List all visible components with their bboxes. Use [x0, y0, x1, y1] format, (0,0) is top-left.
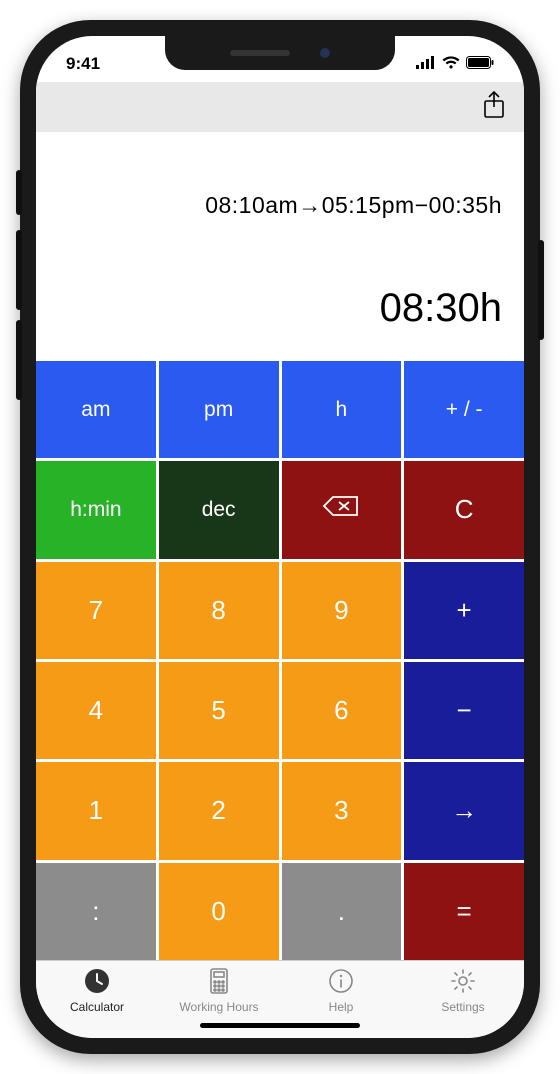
tab-help[interactable]: Help — [280, 967, 402, 1014]
tab-working-hours-label: Working Hours — [179, 1000, 258, 1014]
share-icon[interactable] — [482, 90, 506, 125]
clock-icon — [83, 967, 111, 998]
keypad: am pm h + / - h:min dec C 7 8 9 + 4 5 6 — [36, 361, 524, 960]
result-text: 08:30h — [58, 286, 502, 331]
equals-button[interactable]: = — [404, 863, 524, 960]
arrow-button[interactable]: → — [404, 762, 524, 859]
key-7[interactable]: 7 — [36, 562, 156, 659]
dec-button[interactable]: dec — [159, 461, 279, 558]
tab-help-label: Help — [329, 1000, 354, 1014]
status-time: 9:41 — [66, 54, 100, 74]
gear-icon — [449, 967, 477, 998]
key-0[interactable]: 0 — [159, 863, 279, 960]
signal-icon — [416, 54, 436, 74]
key-2[interactable]: 2 — [159, 762, 279, 859]
pm-button[interactable]: pm — [159, 361, 279, 458]
backspace-button[interactable] — [282, 461, 402, 558]
dot-button[interactable]: . — [282, 863, 402, 960]
hmin-button[interactable]: h:min — [36, 461, 156, 558]
battery-icon — [466, 54, 494, 74]
key-3[interactable]: 3 — [282, 762, 402, 859]
tab-settings[interactable]: Settings — [402, 967, 524, 1014]
key-1[interactable]: 1 — [36, 762, 156, 859]
clear-button[interactable]: C — [404, 461, 524, 558]
plus-button[interactable]: + — [404, 562, 524, 659]
minus-button[interactable]: − — [404, 662, 524, 759]
am-button[interactable]: am — [36, 361, 156, 458]
key-6[interactable]: 6 — [282, 662, 402, 759]
expression-text: 08:10am→05:15pm−00:35h — [58, 150, 502, 260]
h-button[interactable]: h — [282, 361, 402, 458]
tab-calculator-label: Calculator — [70, 1000, 124, 1014]
key-9[interactable]: 9 — [282, 562, 402, 659]
phone-frame: 9:41 08:10am→05:1 — [20, 20, 540, 1054]
colon-button[interactable]: : — [36, 863, 156, 960]
tab-calculator[interactable]: Calculator — [36, 967, 158, 1014]
tab-settings-label: Settings — [441, 1000, 484, 1014]
wifi-icon — [442, 54, 460, 74]
screen: 9:41 08:10am→05:1 — [36, 36, 524, 1038]
plusminus-button[interactable]: + / - — [404, 361, 524, 458]
home-indicator — [200, 1023, 360, 1028]
key-8[interactable]: 8 — [159, 562, 279, 659]
calculator-icon — [205, 967, 233, 998]
notch — [165, 36, 395, 70]
toolbar — [36, 82, 524, 132]
tab-working-hours[interactable]: Working Hours — [158, 967, 280, 1014]
display-area: 08:10am→05:15pm−00:35h 08:30h — [36, 132, 524, 361]
backspace-icon — [322, 494, 360, 525]
key-4[interactable]: 4 — [36, 662, 156, 759]
key-5[interactable]: 5 — [159, 662, 279, 759]
info-icon — [327, 967, 355, 998]
